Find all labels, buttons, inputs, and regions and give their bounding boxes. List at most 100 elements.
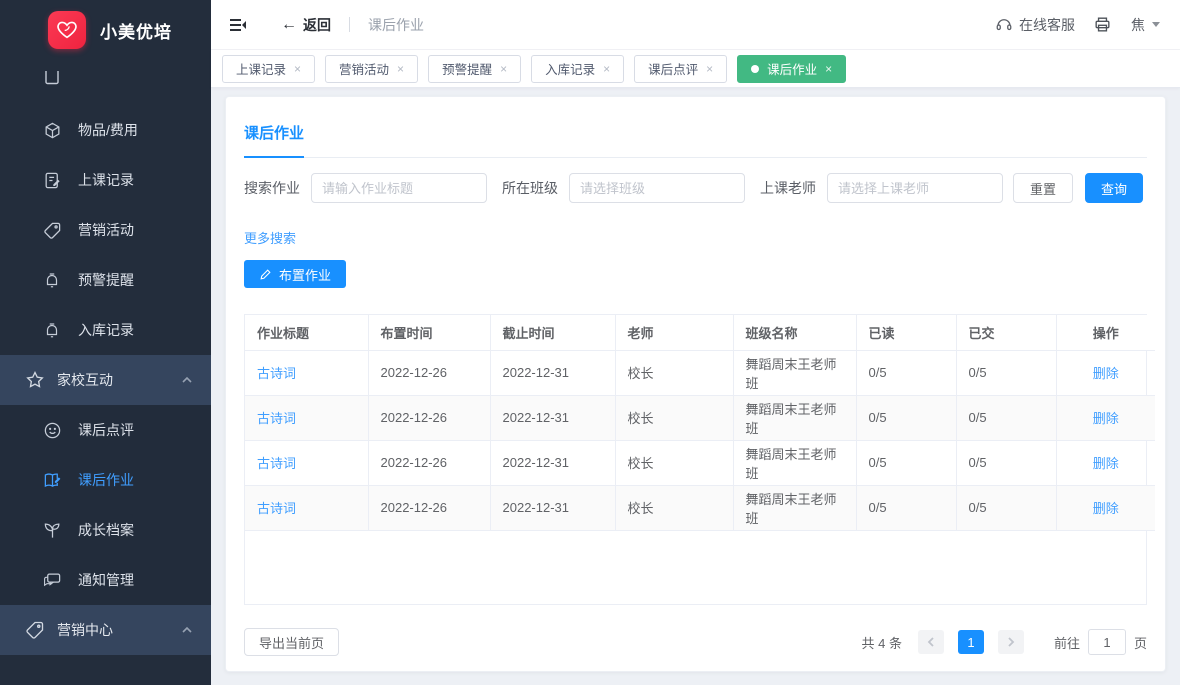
tag-icon bbox=[25, 620, 45, 640]
smile-icon bbox=[42, 420, 62, 440]
back-label: 返回 bbox=[303, 15, 331, 35]
prev-page-button[interactable] bbox=[918, 630, 944, 654]
homework-card: 课后作业 搜索作业 所在班级 上课老师 重置 查询 更多搜索 bbox=[225, 96, 1166, 672]
homework-table: 作业标题 布置时间 截止时间 老师 班级名称 已读 已交 操作 bbox=[244, 314, 1147, 605]
sidebar-menu: 物品/费用 上课记录 营销活动 预警提醒 bbox=[0, 55, 211, 655]
table-footer: 导出当前页 共 4 条 1 前往 页 bbox=[244, 628, 1147, 656]
search-form: 搜索作业 所在班级 上课老师 重置 查询 bbox=[244, 173, 1147, 203]
back-button[interactable]: ← 返回 bbox=[281, 15, 331, 35]
goto-label: 前往 bbox=[1054, 633, 1080, 652]
reset-button[interactable]: 重置 bbox=[1013, 173, 1073, 203]
tab-label: 课后点评 bbox=[648, 59, 698, 78]
sidebar-item-label: 入库记录 bbox=[78, 320, 134, 340]
teacher-cell: 校长 bbox=[615, 485, 733, 530]
active-dot-icon bbox=[751, 65, 759, 73]
sidebar-item-label: 物品/费用 bbox=[78, 120, 138, 140]
caret-down-icon bbox=[1152, 22, 1160, 27]
table-row: 古诗词 2022-12-26 2022-12-31 校长 舞蹈周末王老师班 0/… bbox=[245, 440, 1155, 485]
document-edit-icon bbox=[42, 170, 62, 190]
tag-icon bbox=[42, 220, 62, 240]
sidebar: 小美优培 物品/费用 上课记录 bbox=[0, 0, 211, 685]
goto-page-input[interactable] bbox=[1088, 629, 1126, 655]
deadline-cell: 2022-12-31 bbox=[490, 485, 615, 530]
print-button[interactable] bbox=[1093, 15, 1113, 35]
topbar-right: 在线客服 焦 bbox=[995, 15, 1160, 35]
sidebar-item-stock-records[interactable]: 入库记录 bbox=[0, 305, 211, 355]
sidebar-item-growth-archive[interactable]: 成长档案 bbox=[0, 505, 211, 555]
page-title-tab[interactable]: 课后作业 bbox=[244, 122, 304, 158]
heart-logo-icon bbox=[48, 11, 86, 49]
sidebar-section-marketing-center[interactable]: 营销中心 bbox=[0, 605, 211, 655]
sidebar-section-home-school[interactable]: 家校互动 bbox=[0, 355, 211, 405]
sidebar-item-notice-management[interactable]: 通知管理 bbox=[0, 555, 211, 605]
assign-date-cell: 2022-12-26 bbox=[368, 350, 490, 395]
star-icon bbox=[25, 370, 45, 390]
printer-icon bbox=[1093, 15, 1112, 34]
homework-title-link[interactable]: 古诗词 bbox=[245, 350, 368, 395]
more-search-link[interactable]: 更多搜索 bbox=[244, 228, 296, 247]
sidebar-item-label: 营销活动 bbox=[78, 220, 134, 240]
username: 焦 bbox=[1131, 15, 1145, 35]
sidebar-item-warning-reminder[interactable]: 预警提醒 bbox=[0, 255, 211, 305]
card-tab-header: 课后作业 bbox=[244, 97, 1147, 158]
sidebar-item-class-records[interactable]: 上课记录 bbox=[0, 155, 211, 205]
col-header-actions: 操作 bbox=[1056, 315, 1155, 350]
homework-title-link[interactable]: 古诗词 bbox=[245, 395, 368, 440]
read-cell: 0/5 bbox=[856, 350, 956, 395]
delete-link[interactable]: 删除 bbox=[1093, 456, 1119, 471]
close-icon[interactable]: × bbox=[825, 62, 832, 76]
online-service-button[interactable]: 在线客服 bbox=[995, 15, 1075, 35]
homework-title-link[interactable]: 古诗词 bbox=[245, 440, 368, 485]
delete-link[interactable]: 删除 bbox=[1093, 411, 1119, 426]
tab-after-class-review[interactable]: 课后点评 × bbox=[634, 55, 727, 83]
main-area: ← 返回 课后作业 在线客服 焦 上课 bbox=[211, 0, 1180, 685]
sidebar-item-after-class-review[interactable]: 课后点评 bbox=[0, 405, 211, 455]
assign-row: 布置作业 bbox=[244, 260, 1147, 288]
export-page-button[interactable]: 导出当前页 bbox=[244, 628, 339, 656]
close-icon[interactable]: × bbox=[603, 62, 610, 76]
col-header-title: 作业标题 bbox=[245, 315, 368, 350]
box-icon bbox=[42, 120, 62, 140]
teacher-select-input[interactable] bbox=[827, 173, 1003, 203]
content-area: 课后作业 搜索作业 所在班级 上课老师 重置 查询 更多搜索 bbox=[211, 89, 1180, 685]
leaf-icon bbox=[42, 520, 62, 540]
collapse-sidebar-icon[interactable] bbox=[228, 15, 248, 35]
total-count: 共 4 条 bbox=[862, 633, 902, 652]
teacher-cell: 校长 bbox=[615, 440, 733, 485]
close-icon[interactable]: × bbox=[706, 62, 713, 76]
homework-title-input[interactable] bbox=[311, 173, 487, 203]
tab-class-records[interactable]: 上课记录 × bbox=[222, 55, 315, 83]
deadline-cell: 2022-12-31 bbox=[490, 350, 615, 395]
delete-link[interactable]: 删除 bbox=[1093, 501, 1119, 516]
delete-link[interactable]: 删除 bbox=[1093, 366, 1119, 381]
table-row: 古诗词 2022-12-26 2022-12-31 校长 舞蹈周末王老师班 0/… bbox=[245, 485, 1155, 530]
app-window: 小美优培 物品/费用 上课记录 bbox=[0, 0, 1180, 685]
page-unit-label: 页 bbox=[1134, 633, 1147, 652]
tab-stock-records[interactable]: 入库记录 × bbox=[531, 55, 624, 83]
tab-marketing-activity[interactable]: 营销活动 × bbox=[325, 55, 418, 83]
close-icon[interactable]: × bbox=[397, 62, 404, 76]
read-cell: 0/5 bbox=[856, 440, 956, 485]
homework-title-link[interactable]: 古诗词 bbox=[245, 485, 368, 530]
sidebar-item-clipped[interactable] bbox=[0, 55, 211, 105]
class-select-input[interactable] bbox=[569, 173, 745, 203]
submitted-cell: 0/5 bbox=[956, 395, 1056, 440]
search-label: 搜索作业 bbox=[244, 178, 300, 198]
tab-warning-reminder[interactable]: 预警提醒 × bbox=[428, 55, 521, 83]
read-cell: 0/5 bbox=[856, 485, 956, 530]
user-menu[interactable]: 焦 bbox=[1131, 15, 1160, 35]
sidebar-item-marketing-activity[interactable]: 营销活动 bbox=[0, 205, 211, 255]
next-page-button[interactable] bbox=[998, 630, 1024, 654]
table-row: 古诗词 2022-12-26 2022-12-31 校长 舞蹈周末王老师班 0/… bbox=[245, 395, 1155, 440]
close-icon[interactable]: × bbox=[294, 62, 301, 76]
sidebar-item-items-fees[interactable]: 物品/费用 bbox=[0, 105, 211, 155]
chevron-right-icon bbox=[1006, 637, 1016, 647]
close-icon[interactable]: × bbox=[500, 62, 507, 76]
class-name-cell: 舞蹈周末王老师班 bbox=[733, 485, 856, 530]
assign-homework-button[interactable]: 布置作业 bbox=[244, 260, 346, 288]
query-button[interactable]: 查询 bbox=[1085, 173, 1143, 203]
page-number-active[interactable]: 1 bbox=[958, 630, 984, 654]
tab-homework-active[interactable]: 课后作业 × bbox=[737, 55, 846, 83]
tab-label: 入库记录 bbox=[545, 59, 595, 78]
sidebar-item-homework[interactable]: 课后作业 bbox=[0, 455, 211, 505]
